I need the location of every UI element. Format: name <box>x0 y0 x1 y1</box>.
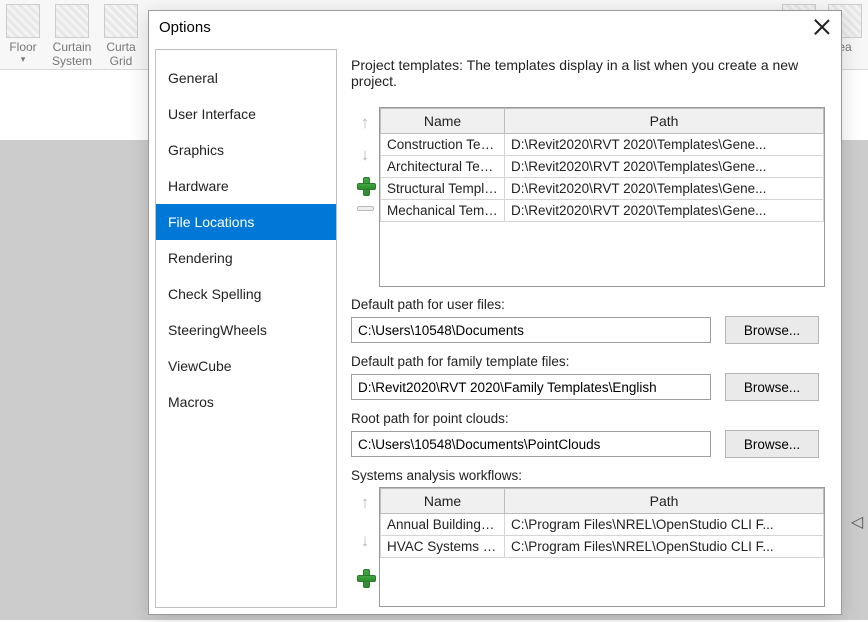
options-dialog: Options GeneralUser InterfaceGraphicsHar… <box>148 10 842 615</box>
templates-table[interactable]: Name Path Construction Tem…D:\Revit2020\… <box>379 107 825 287</box>
workflows-section: ↑ ↓ Name Path Annual Building E…C:\Progr… <box>351 487 825 607</box>
templates-reorder-buttons: ↑ ↓ <box>351 107 379 287</box>
dialog-titlebar: Options <box>149 11 841 43</box>
browse-button[interactable]: Browse... <box>725 430 819 458</box>
templates-header-name[interactable]: Name <box>381 109 505 134</box>
move-up-icon[interactable]: ↑ <box>361 113 370 133</box>
nav-item-user-interface[interactable]: User Interface <box>156 96 336 132</box>
workflows-header-name[interactable]: Name <box>381 489 505 514</box>
table-row[interactable]: Structural TemplateD:\Revit2020\RVT 2020… <box>381 178 824 200</box>
table-row[interactable]: Architectural Tem…D:\Revit2020\RVT 2020\… <box>381 156 824 178</box>
ribbon-tool-floor[interactable]: Floor▾ <box>6 4 40 65</box>
ribbon-tool-curtain-system[interactable]: Curtain System <box>52 4 92 68</box>
move-down-icon[interactable]: ↓ <box>361 145 370 165</box>
workflows-header-path[interactable]: Path <box>505 489 824 514</box>
templates-header-path[interactable]: Path <box>505 109 824 134</box>
nav-item-rendering[interactable]: Rendering <box>156 240 336 276</box>
nav-item-check-spelling[interactable]: Check Spelling <box>156 276 336 312</box>
options-nav: GeneralUser InterfaceGraphicsHardwareFil… <box>155 49 337 608</box>
move-up-icon[interactable]: ↑ <box>361 493 370 513</box>
templates-section: ↑ ↓ Name Path Construction Tem…D:\Revit2… <box>351 107 825 287</box>
path-input[interactable] <box>351 431 711 457</box>
path-input[interactable] <box>351 374 711 400</box>
browse-button[interactable]: Browse... <box>725 373 819 401</box>
floor-icon <box>6 4 40 38</box>
workflows-reorder-buttons: ↑ ↓ <box>351 487 379 607</box>
nav-item-steeringwheels[interactable]: SteeringWheels <box>156 312 336 348</box>
remove-icon[interactable] <box>357 206 374 211</box>
table-row[interactable]: Mechanical Templ...D:\Revit2020\RVT 2020… <box>381 200 824 222</box>
options-content: Project templates: The templates display… <box>337 43 841 614</box>
curtain-grid-icon <box>104 4 138 38</box>
add-icon[interactable] <box>357 569 374 586</box>
path-field-label: Default path for family template files: <box>351 354 825 369</box>
move-down-icon[interactable]: ↓ <box>361 531 370 551</box>
path-input[interactable] <box>351 317 711 343</box>
ribbon-tool-curtain-grid[interactable]: Curta Grid <box>104 4 138 68</box>
table-row[interactable]: Construction Tem…D:\Revit2020\RVT 2020\T… <box>381 134 824 156</box>
nav-item-file-locations[interactable]: File Locations <box>156 204 336 240</box>
workflows-table[interactable]: Name Path Annual Building E…C:\Program F… <box>379 487 825 607</box>
close-icon[interactable] <box>813 18 831 36</box>
table-row[interactable]: Annual Building E…C:\Program Files\NREL\… <box>381 514 824 536</box>
path-field-label: Default path for user files: <box>351 297 825 312</box>
add-icon[interactable] <box>357 177 374 194</box>
nav-item-general[interactable]: General <box>156 60 336 96</box>
project-templates-intro: Project templates: The templates display… <box>351 57 825 89</box>
path-field-label: Root path for point clouds: <box>351 411 825 426</box>
nav-item-graphics[interactable]: Graphics <box>156 132 336 168</box>
scroll-right-icon[interactable]: ◁ <box>846 512 868 532</box>
dialog-title: Options <box>159 19 211 36</box>
workflows-label: Systems analysis workflows: <box>351 468 825 483</box>
nav-item-viewcube[interactable]: ViewCube <box>156 348 336 384</box>
nav-item-macros[interactable]: Macros <box>156 384 336 420</box>
nav-item-hardware[interactable]: Hardware <box>156 168 336 204</box>
curtain-system-icon <box>55 4 89 38</box>
table-row[interactable]: HVAC Systems Lo…C:\Program Files\NREL\Op… <box>381 536 824 558</box>
browse-button[interactable]: Browse... <box>725 316 819 344</box>
